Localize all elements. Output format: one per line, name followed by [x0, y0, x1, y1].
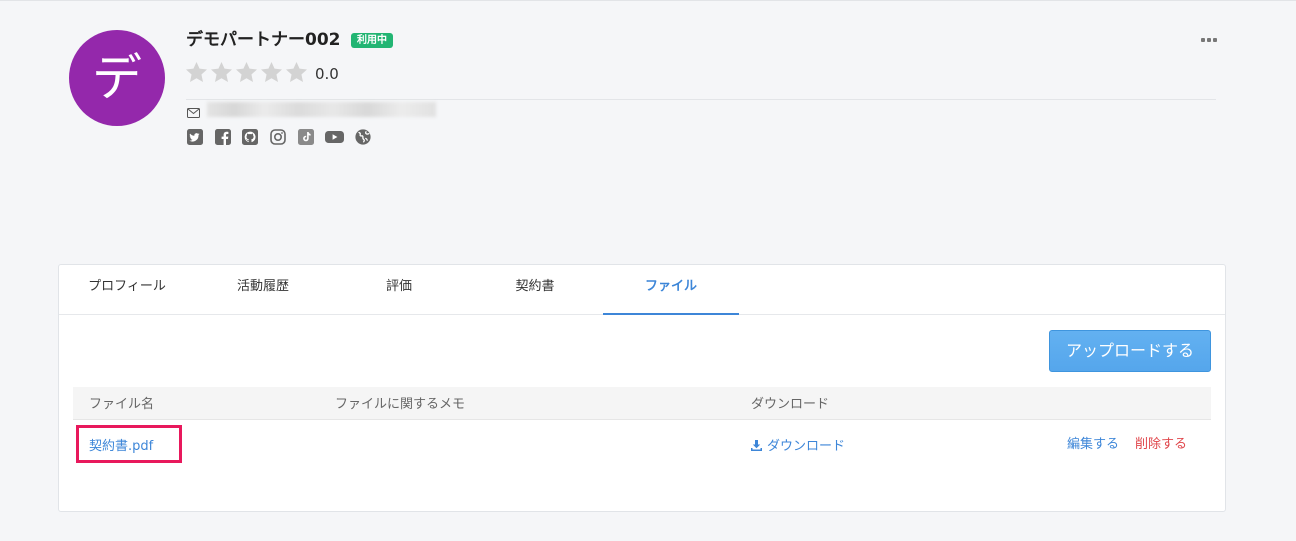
table-row: 契約書.pdf ダウンロード 編集する 削除する: [73, 419, 1211, 469]
globe-icon[interactable]: [355, 129, 371, 145]
column-header-download: ダウンロード: [735, 387, 1035, 420]
partner-name: デモパートナー002: [186, 30, 341, 50]
tiktok-icon[interactable]: [298, 129, 314, 145]
column-header-memo: ファイルに関するメモ: [319, 387, 735, 420]
avatar: デ: [69, 30, 165, 126]
delete-button[interactable]: 削除する: [1135, 437, 1187, 452]
actions-cell: 編集する 削除する: [1035, 419, 1211, 469]
youtube-icon[interactable]: [325, 130, 344, 146]
github-icon[interactable]: [242, 129, 258, 145]
rating-star: [211, 62, 232, 82]
tab-profile[interactable]: プロフィール: [59, 265, 195, 314]
edit-button[interactable]: 編集する: [1067, 437, 1119, 452]
status-badge: 利用中: [351, 33, 393, 48]
rating-star: [286, 62, 307, 82]
column-header-actions: [1035, 387, 1211, 420]
more-options-icon[interactable]: [1201, 38, 1217, 43]
file-name-link[interactable]: 契約書.pdf: [89, 439, 153, 454]
download-cell: ダウンロード: [735, 419, 1035, 469]
detail-card: プロフィール 活動履歴 評価 契約書 ファイル アップロードする ファイル名 フ…: [58, 264, 1226, 512]
files-table: ファイル名 ファイルに関するメモ ダウンロード 契約書.pdf ダウンロード 編…: [73, 387, 1211, 469]
upload-button[interactable]: アップロードする: [1049, 330, 1211, 372]
rating-stars: [186, 62, 311, 82]
tab-reviews[interactable]: 評価: [331, 265, 467, 314]
envelope-icon: [187, 108, 200, 118]
twitter-icon[interactable]: [187, 129, 203, 145]
download-label: ダウンロード: [767, 438, 846, 454]
tab-files[interactable]: ファイル: [603, 265, 739, 315]
top-border: [0, 0, 1296, 1]
header-divider: [186, 99, 1216, 100]
tab-contracts[interactable]: 契約書: [467, 265, 603, 314]
tab-activity-history[interactable]: 活動履歴: [195, 265, 331, 314]
download-icon: [751, 439, 762, 451]
rating-star: [261, 62, 282, 82]
rating-value: 0.0: [315, 65, 339, 83]
download-link[interactable]: ダウンロード: [751, 439, 845, 454]
column-header-file-name: ファイル名: [73, 387, 319, 420]
file-name-cell: 契約書.pdf: [73, 419, 319, 469]
facebook-icon[interactable]: [215, 129, 231, 145]
rating-star: [236, 62, 257, 82]
instagram-icon[interactable]: [270, 129, 286, 145]
table-header-row: ファイル名 ファイルに関するメモ ダウンロード: [73, 387, 1211, 420]
rating-star: [186, 62, 207, 82]
tab-bar: プロフィール 活動履歴 評価 契約書 ファイル: [59, 265, 1225, 315]
email-redacted: [207, 102, 436, 117]
memo-cell: [319, 419, 735, 469]
